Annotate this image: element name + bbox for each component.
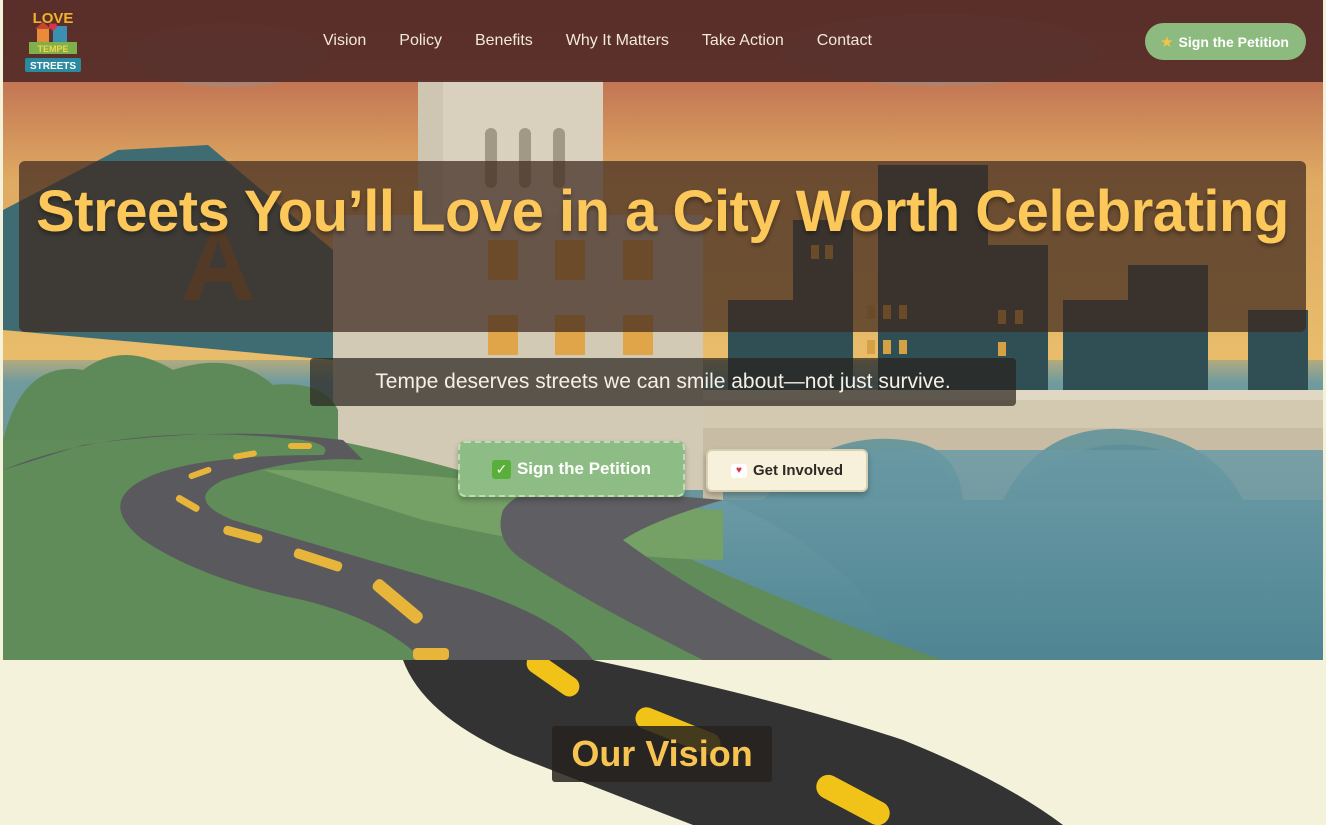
sign-petition-button[interactable]: ✓ Sign the Petition bbox=[458, 441, 685, 497]
vision-section-title: Our Vision bbox=[571, 733, 753, 774]
nav-link-why-it-matters[interactable]: Why It Matters bbox=[566, 32, 669, 50]
nav-link-policy[interactable]: Policy bbox=[399, 32, 442, 50]
nav-links: Vision Policy Benefits Why It Matters Ta… bbox=[323, 0, 872, 82]
checkmark-icon: ✓ bbox=[491, 459, 511, 479]
nav-link-vision[interactable]: Vision bbox=[323, 32, 366, 50]
get-involved-button[interactable]: ♥ Get Involved bbox=[706, 449, 868, 492]
nav-link-benefits[interactable]: Benefits bbox=[475, 32, 533, 50]
svg-text:STREETS: STREETS bbox=[30, 61, 76, 72]
sign-petition-label: Sign the Petition bbox=[516, 459, 652, 478]
nav-sign-petition-button[interactable]: ★ Sign the Petition bbox=[1145, 23, 1306, 60]
love-tempe-streets-logo[interactable]: LOVE TEMPE STREETS bbox=[23, 6, 83, 76]
hero-subtitle: Tempe deserves streets we can smile abou… bbox=[375, 370, 951, 393]
nav-link-contact[interactable]: Contact bbox=[817, 32, 872, 50]
top-navbar: LOVE TEMPE STREETS Vision Policy Benefit… bbox=[3, 0, 1323, 82]
heart-icon: ♥ bbox=[730, 463, 747, 478]
get-involved-label: Get Involved bbox=[752, 462, 844, 479]
star-icon: ★ bbox=[1160, 33, 1174, 51]
svg-text:TEMPE: TEMPE bbox=[37, 44, 68, 54]
nav-link-take-action[interactable]: Take Action bbox=[702, 32, 784, 50]
nav-cta-label: Sign the Petition bbox=[1178, 33, 1289, 50]
hero-title: Streets You’ll Love in a City Worth Cele… bbox=[36, 179, 1289, 244]
